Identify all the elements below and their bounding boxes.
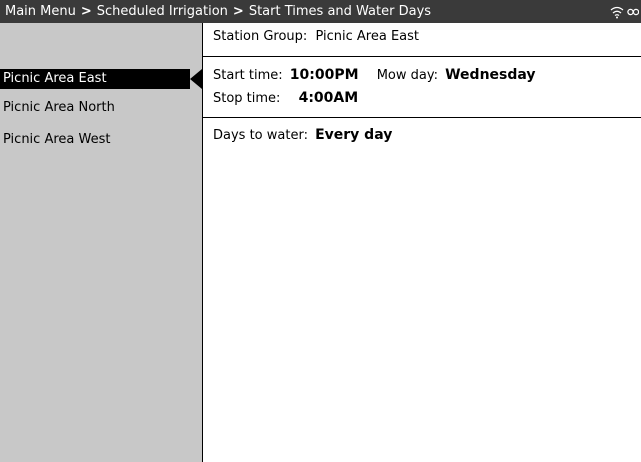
sidebar-item-label: Picnic Area East (3, 71, 107, 86)
sidebar-item-label: Picnic Area West (3, 132, 111, 147)
sidebar-item-label: Picnic Area North (3, 100, 115, 115)
start-time-row: Start time: 10:00PM Mow day: Wednesday (213, 67, 536, 83)
detail-panel: Station Group: Picnic Area East Start ti… (203, 23, 641, 462)
breadcrumb-item-start-times: Start Times and Water Days (248, 4, 432, 19)
days-to-water-label: Days to water: (213, 128, 308, 143)
sidebar-item-picnic-area-north[interactable]: Picnic Area North (0, 98, 190, 118)
stop-time-row: Stop time: 4:00AM (213, 90, 358, 106)
stop-time-value[interactable]: 4:00AM (299, 90, 359, 106)
breadcrumb: Main Menu > Scheduled Irrigation > Start Tim… (0, 0, 641, 23)
station-group-label: Station Group: (213, 29, 308, 44)
stop-time-label: Stop time: (213, 91, 281, 106)
breadcrumb-item-main-menu[interactable]: Main Menu (5, 4, 76, 19)
days-to-water-row: Days to water: Every day (213, 127, 392, 143)
sidebar: Picnic Area East Picnic Area North Picni… (0, 23, 203, 462)
mow-day-label: Mow day: (376, 68, 438, 83)
divider (203, 117, 641, 118)
breadcrumb-item-scheduled-irrigation[interactable]: Scheduled Irrigation (97, 4, 228, 19)
status-area (610, 0, 641, 23)
mow-day-value[interactable]: Wednesday (445, 67, 535, 83)
days-to-water-value[interactable]: Every day (315, 127, 392, 143)
start-time-label: Start time: (213, 68, 283, 83)
sidebar-item-picnic-area-west[interactable]: Picnic Area West (0, 130, 190, 150)
station-group-value: Picnic Area East (315, 29, 419, 44)
divider (203, 56, 641, 57)
station-group-row: Station Group: Picnic Area East (213, 29, 419, 44)
wifi-icon (610, 6, 624, 18)
link-icon (627, 8, 639, 15)
start-time-value[interactable]: 10:00PM (290, 67, 359, 83)
sidebar-item-picnic-area-east[interactable]: Picnic Area East (0, 69, 190, 89)
breadcrumb-separator: > (232, 4, 244, 19)
selection-arrow-icon (190, 69, 202, 89)
breadcrumb-separator: > (80, 4, 92, 19)
